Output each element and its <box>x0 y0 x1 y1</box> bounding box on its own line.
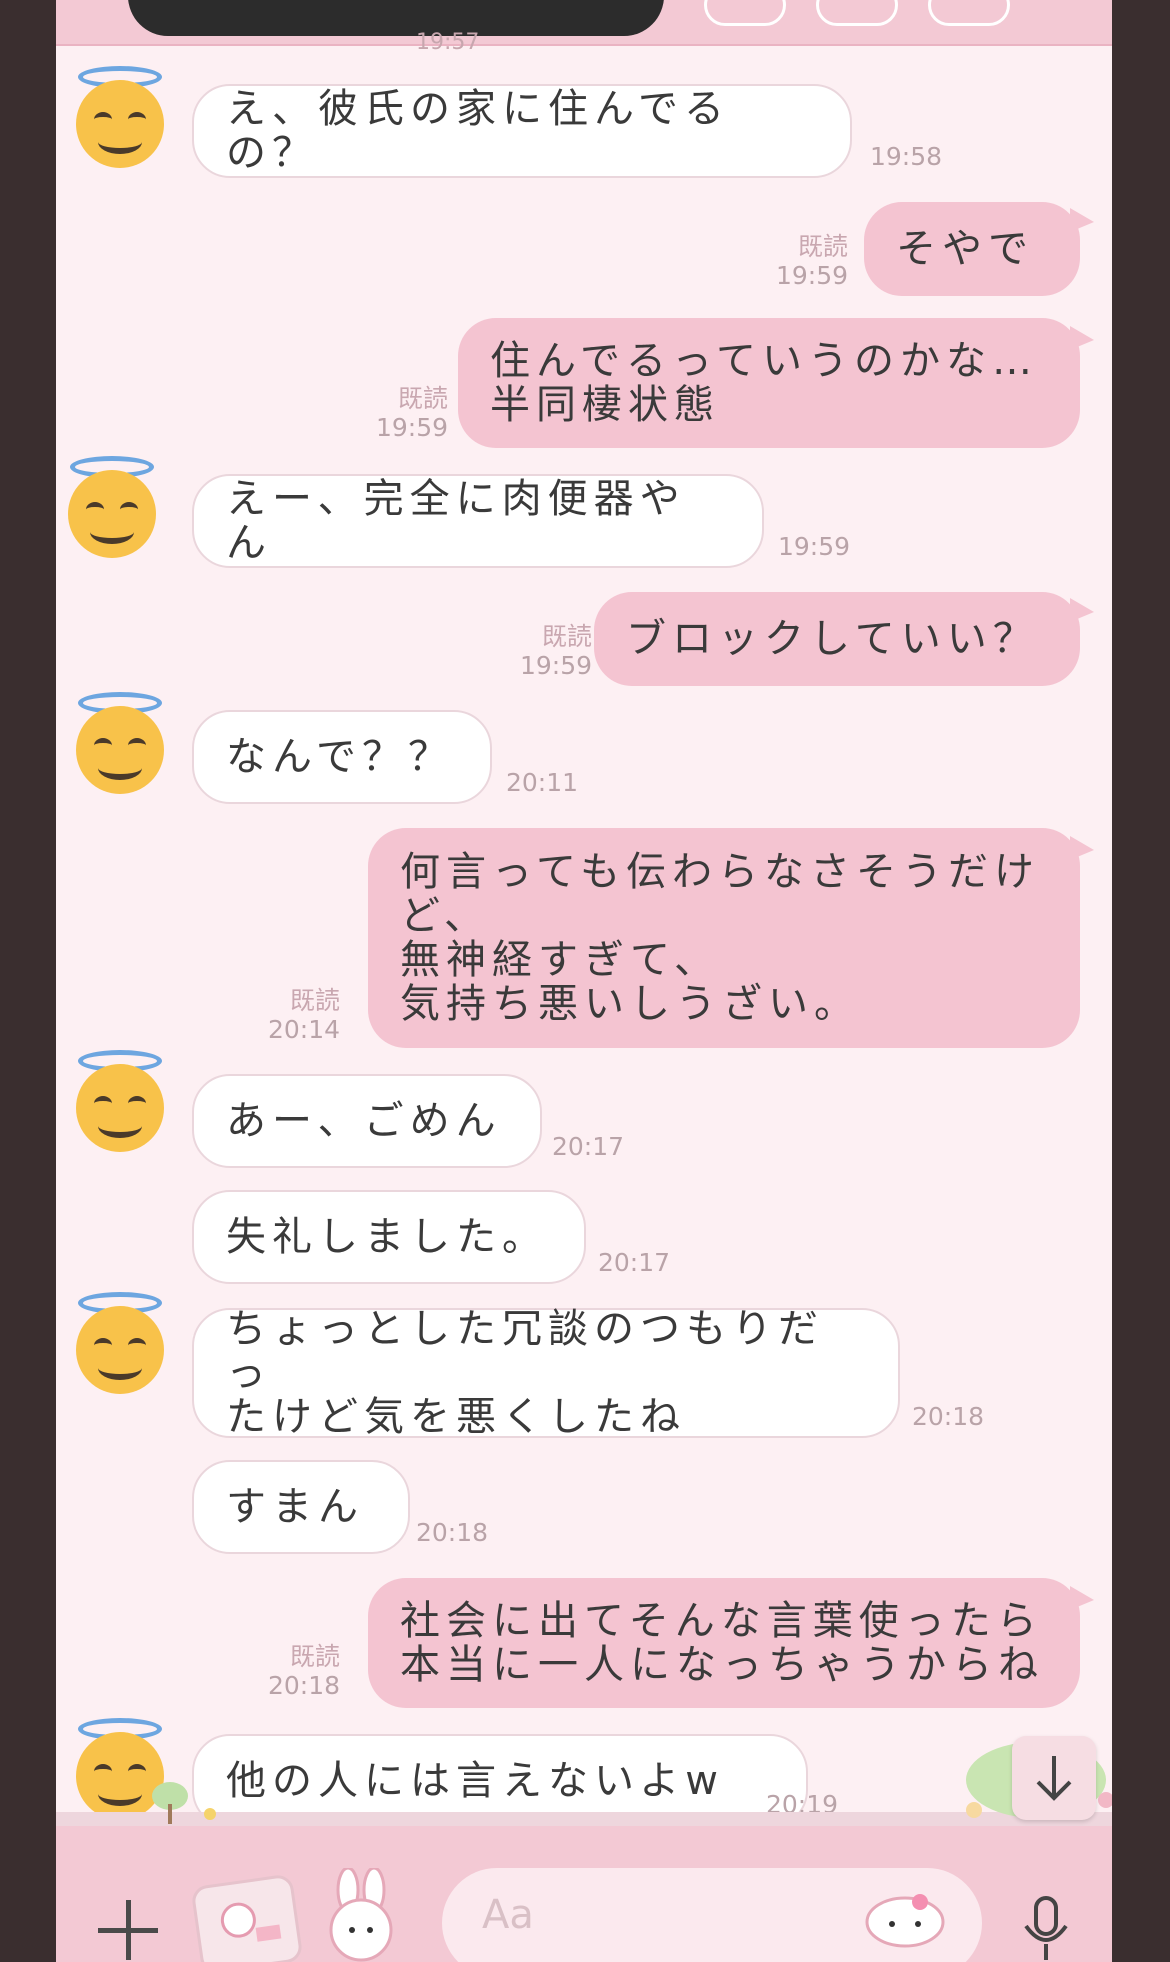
message-bubble-outgoing[interactable]: ブロックしていい？ <box>594 592 1080 686</box>
header-title-redacted <box>128 0 664 36</box>
message-meta: 既読 19:59 <box>756 232 848 290</box>
smiley-face-icon <box>76 1306 164 1394</box>
bubble-tail <box>1070 326 1094 350</box>
arrow-down-icon <box>1036 1756 1072 1801</box>
bubble-tail <box>1070 208 1094 232</box>
message-time: 20:18 <box>416 1518 489 1547</box>
smiley-face-icon <box>76 80 164 168</box>
call-icon[interactable] <box>816 0 898 26</box>
read-receipt: 既読 <box>289 986 340 1015</box>
read-receipt: 既読 <box>289 1642 340 1671</box>
message-bubble-incoming[interactable]: あー、ごめん <box>192 1074 542 1168</box>
read-receipt: 既読 <box>797 232 848 261</box>
scroll-to-bottom-button[interactable] <box>1012 1736 1096 1820</box>
partial-timestamp: 19:57 <box>416 30 480 55</box>
message-bubble-incoming[interactable]: え、彼氏の家に住んでるの？ <box>192 84 852 178</box>
message-time: 20:17 <box>552 1132 625 1161</box>
message-bubble-incoming[interactable]: なんで？？ <box>192 710 492 804</box>
message-bubble-incoming[interactable]: えー、完全に肉便器やん <box>192 474 764 568</box>
chat-header-bar <box>56 0 1112 46</box>
search-icon[interactable] <box>704 0 786 26</box>
plus-icon[interactable] <box>98 1900 158 1960</box>
read-receipt: 既読 <box>397 384 448 413</box>
chat-screen: 19:57 え、彼氏の家に住んでるの？ 19:58 既読 19:59 そやで 既… <box>56 0 1112 1962</box>
sticker-icon[interactable] <box>190 1873 304 1962</box>
message-bubble-outgoing[interactable]: 社会に出てそんな言葉使ったら 本当に一人になっちゃうからね <box>368 1578 1080 1708</box>
menu-icon[interactable] <box>928 0 1010 26</box>
message-time: 19:59 <box>775 261 848 290</box>
message-bubble-incoming[interactable]: 失礼しました。 <box>192 1190 586 1284</box>
message-meta: 既読 20:14 <box>248 986 340 1044</box>
decorative-plant-icon <box>152 1782 216 1824</box>
message-time: 19:58 <box>870 142 943 171</box>
message-bubble-incoming[interactable]: すまん <box>192 1460 410 1554</box>
smiley-face-icon <box>76 1064 164 1152</box>
message-bubble-outgoing[interactable]: 住んでるっていうのかな… 半同棲状態 <box>458 318 1080 448</box>
message-bubble-incoming[interactable]: ちょっとした冗談のつもりだっ たけど気を悪くしたね <box>192 1307 900 1439</box>
message-bubble-outgoing[interactable]: 何言っても伝わらなさそうだけ ど、 無神経すぎて、 気持ち悪いしうざい。 <box>368 828 1080 1048</box>
message-meta: 既読 20:18 <box>248 1642 340 1700</box>
message-time: 20:18 <box>912 1402 985 1431</box>
microphone-icon[interactable] <box>1016 1892 1076 1962</box>
melody-emoji-icon[interactable] <box>862 1890 948 1950</box>
message-time: 19:59 <box>778 532 851 561</box>
message-meta: 既読 19:59 <box>356 384 448 442</box>
message-meta: 既読 19:59 <box>500 622 592 680</box>
message-bubble-outgoing[interactable]: そやで <box>864 202 1080 296</box>
halo-smiley-avatar[interactable] <box>70 1050 170 1154</box>
message-input-placeholder: Aa <box>482 1892 534 1938</box>
bubble-tail <box>1070 1586 1094 1610</box>
message-time: 19:59 <box>375 413 448 442</box>
read-receipt: 既読 <box>541 622 592 651</box>
halo-smiley-avatar[interactable] <box>70 692 170 796</box>
message-time: 20:17 <box>598 1248 671 1277</box>
message-time: 20:18 <box>267 1671 340 1700</box>
melody-bunny-icon[interactable] <box>322 1866 400 1962</box>
message-time: 20:11 <box>506 768 579 797</box>
halo-smiley-avatar[interactable] <box>70 66 170 170</box>
message-time: 19:59 <box>519 651 592 680</box>
smiley-face-icon <box>68 470 156 558</box>
halo-smiley-avatar[interactable] <box>62 456 162 560</box>
message-input[interactable]: Aa <box>442 1868 982 1962</box>
message-time: 20:14 <box>267 1015 340 1044</box>
smiley-face-icon <box>76 706 164 794</box>
halo-smiley-avatar[interactable] <box>70 1292 170 1396</box>
bubble-tail <box>1070 836 1094 860</box>
bubble-tail <box>1070 598 1094 622</box>
